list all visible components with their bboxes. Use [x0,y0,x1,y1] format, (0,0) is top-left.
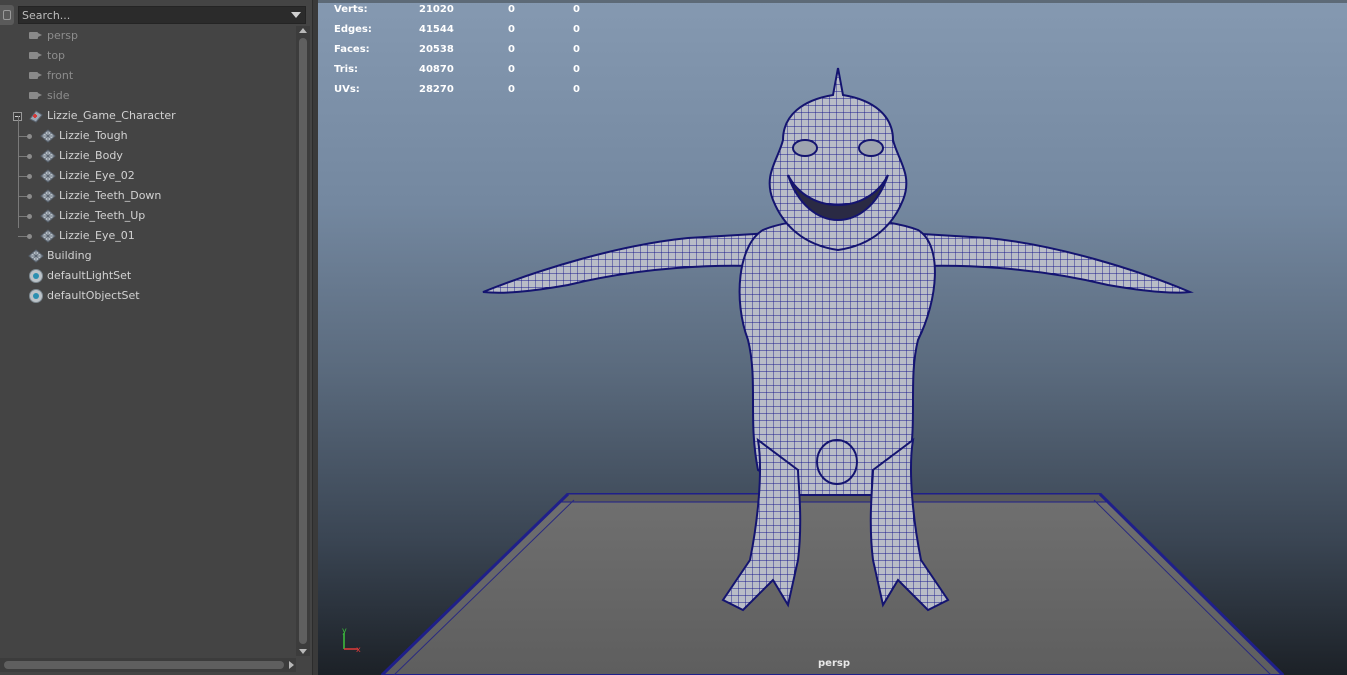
scroll-right-arrow-icon[interactable] [289,661,294,669]
hud-value: 0 [508,64,515,75]
viewport-persp[interactable]: Verts: 21020 0 0 Edges: 41544 0 0 Faces:… [318,0,1347,675]
outliner-item-label: side [47,89,70,102]
mesh-icon [40,209,56,223]
outliner-item-label: top [47,49,66,62]
hud-value: 0 [573,44,580,55]
hud-value: 0 [573,64,580,75]
camera-icon [29,52,38,59]
vertical-scrollbar[interactable] [296,26,310,656]
search-field[interactable] [18,6,306,24]
outliner-item-label: Lizzie_Game_Character [47,109,176,122]
tree-node-dot [27,134,32,139]
hud-label: Edges: [334,24,372,35]
hud-value: 0 [508,84,515,95]
mesh-icon [40,169,56,183]
outliner-item-label: Lizzie_Teeth_Down [59,189,162,202]
scrollbar-thumb[interactable] [4,661,284,669]
outliner-item-label: Lizzie_Tough [59,129,128,142]
outliner-item-building[interactable]: Building [0,246,296,266]
hud-value: 21020 [419,4,454,15]
hud-label: Tris: [334,64,359,75]
outliner-item-default-light-set[interactable]: defaultLightSet [0,266,296,286]
tree-node-dot [27,214,32,219]
camera-name-label: persp [818,658,850,669]
tree-vertical-line [18,116,19,228]
hud-row-tris: Tris: 40870 0 0 [334,64,614,84]
camera-icon [29,92,38,99]
axis-gizmo-icon: y x [342,626,361,654]
outliner-item-lizzie-eye-02[interactable]: Lizzie_Eye_02 [0,166,296,186]
building-plane [380,492,1285,675]
outliner-item-persp[interactable]: persp [0,26,296,46]
axis-y-label: y [342,626,347,635]
chevron-down-icon[interactable] [291,12,301,18]
tree-node-dot [27,174,32,179]
outliner-item-side[interactable]: side [0,86,296,106]
outliner-item-label: defaultObjectSet [47,289,140,302]
mesh-icon [40,189,56,203]
mesh-icon [28,249,44,263]
group-transform-icon [29,110,43,123]
hud-value: 0 [508,4,515,15]
scroll-up-arrow-icon[interactable] [299,28,307,33]
hud-value: 41544 [419,24,454,35]
outliner-item-default-object-set[interactable]: defaultObjectSet [0,286,296,306]
hud-label: Faces: [334,44,370,55]
hud-value: 20538 [419,44,454,55]
object-set-icon [29,289,43,303]
outliner-panel: persp top front side Lizzie_Game_Charact… [0,0,312,675]
hud-row-verts: Verts: 21020 0 0 [334,4,614,24]
mesh-icon [40,229,56,243]
outliner-item-label: defaultLightSet [47,269,132,282]
outliner-item-top[interactable]: top [0,46,296,66]
poly-count-hud: Verts: 21020 0 0 Edges: 41544 0 0 Faces:… [334,4,614,104]
outliner-item-lizzie-teeth-down[interactable]: Lizzie_Teeth_Down [0,186,296,206]
hud-value: 0 [573,24,580,35]
outliner-item-lizzie-teeth-up[interactable]: Lizzie_Teeth_Up [0,206,296,226]
outliner-item-label: Lizzie_Teeth_Up [59,209,146,222]
horizontal-scrollbar[interactable] [0,658,296,672]
object-set-icon [29,269,43,283]
outliner-item-lizzie-body[interactable]: Lizzie_Body [0,146,296,166]
mesh-icon [40,149,56,163]
hud-label: Verts: [334,4,368,15]
scrollbar-thumb[interactable] [299,38,307,644]
outliner-item-lizzie-eye-01[interactable]: Lizzie_Eye_01 [0,226,296,246]
outliner-item-label: front [47,69,74,82]
hud-row-faces: Faces: 20538 0 0 [334,44,614,64]
hud-value: 0 [573,84,580,95]
axis-x-label: x [356,645,361,654]
search-input[interactable] [22,7,282,23]
camera-icon [29,32,38,39]
hud-value: 0 [573,4,580,15]
filter-icon[interactable] [0,5,14,25]
hud-label: UVs: [334,84,360,95]
tree-node-dot [27,234,32,239]
scroll-down-arrow-icon[interactable] [299,649,307,654]
outliner-item-label: Lizzie_Eye_02 [59,169,135,182]
outliner-item-label: persp [47,29,78,42]
hud-value: 40870 [419,64,454,75]
outliner-item-lizzie-tough[interactable]: Lizzie_Tough [0,126,296,146]
right-eye [858,139,884,157]
hud-value: 28270 [419,84,454,95]
outliner-item-label: Building [47,249,92,262]
camera-icon [29,72,38,79]
hud-value: 0 [508,24,515,35]
hud-row-edges: Edges: 41544 0 0 [334,24,614,44]
tree-node-dot [27,154,32,159]
outliner-tree: persp top front side Lizzie_Game_Charact… [0,26,296,656]
outliner-item-lizzie-game-character[interactable]: Lizzie_Game_Character [0,106,296,126]
mesh-icon [40,129,56,143]
outliner-item-label: Lizzie_Eye_01 [59,229,135,242]
outliner-item-front[interactable]: front [0,66,296,86]
hud-value: 0 [508,44,515,55]
left-eye [792,139,818,157]
tree-node-dot [27,194,32,199]
hud-row-uvs: UVs: 28270 0 0 [334,84,614,104]
outliner-item-label: Lizzie_Body [59,149,123,162]
